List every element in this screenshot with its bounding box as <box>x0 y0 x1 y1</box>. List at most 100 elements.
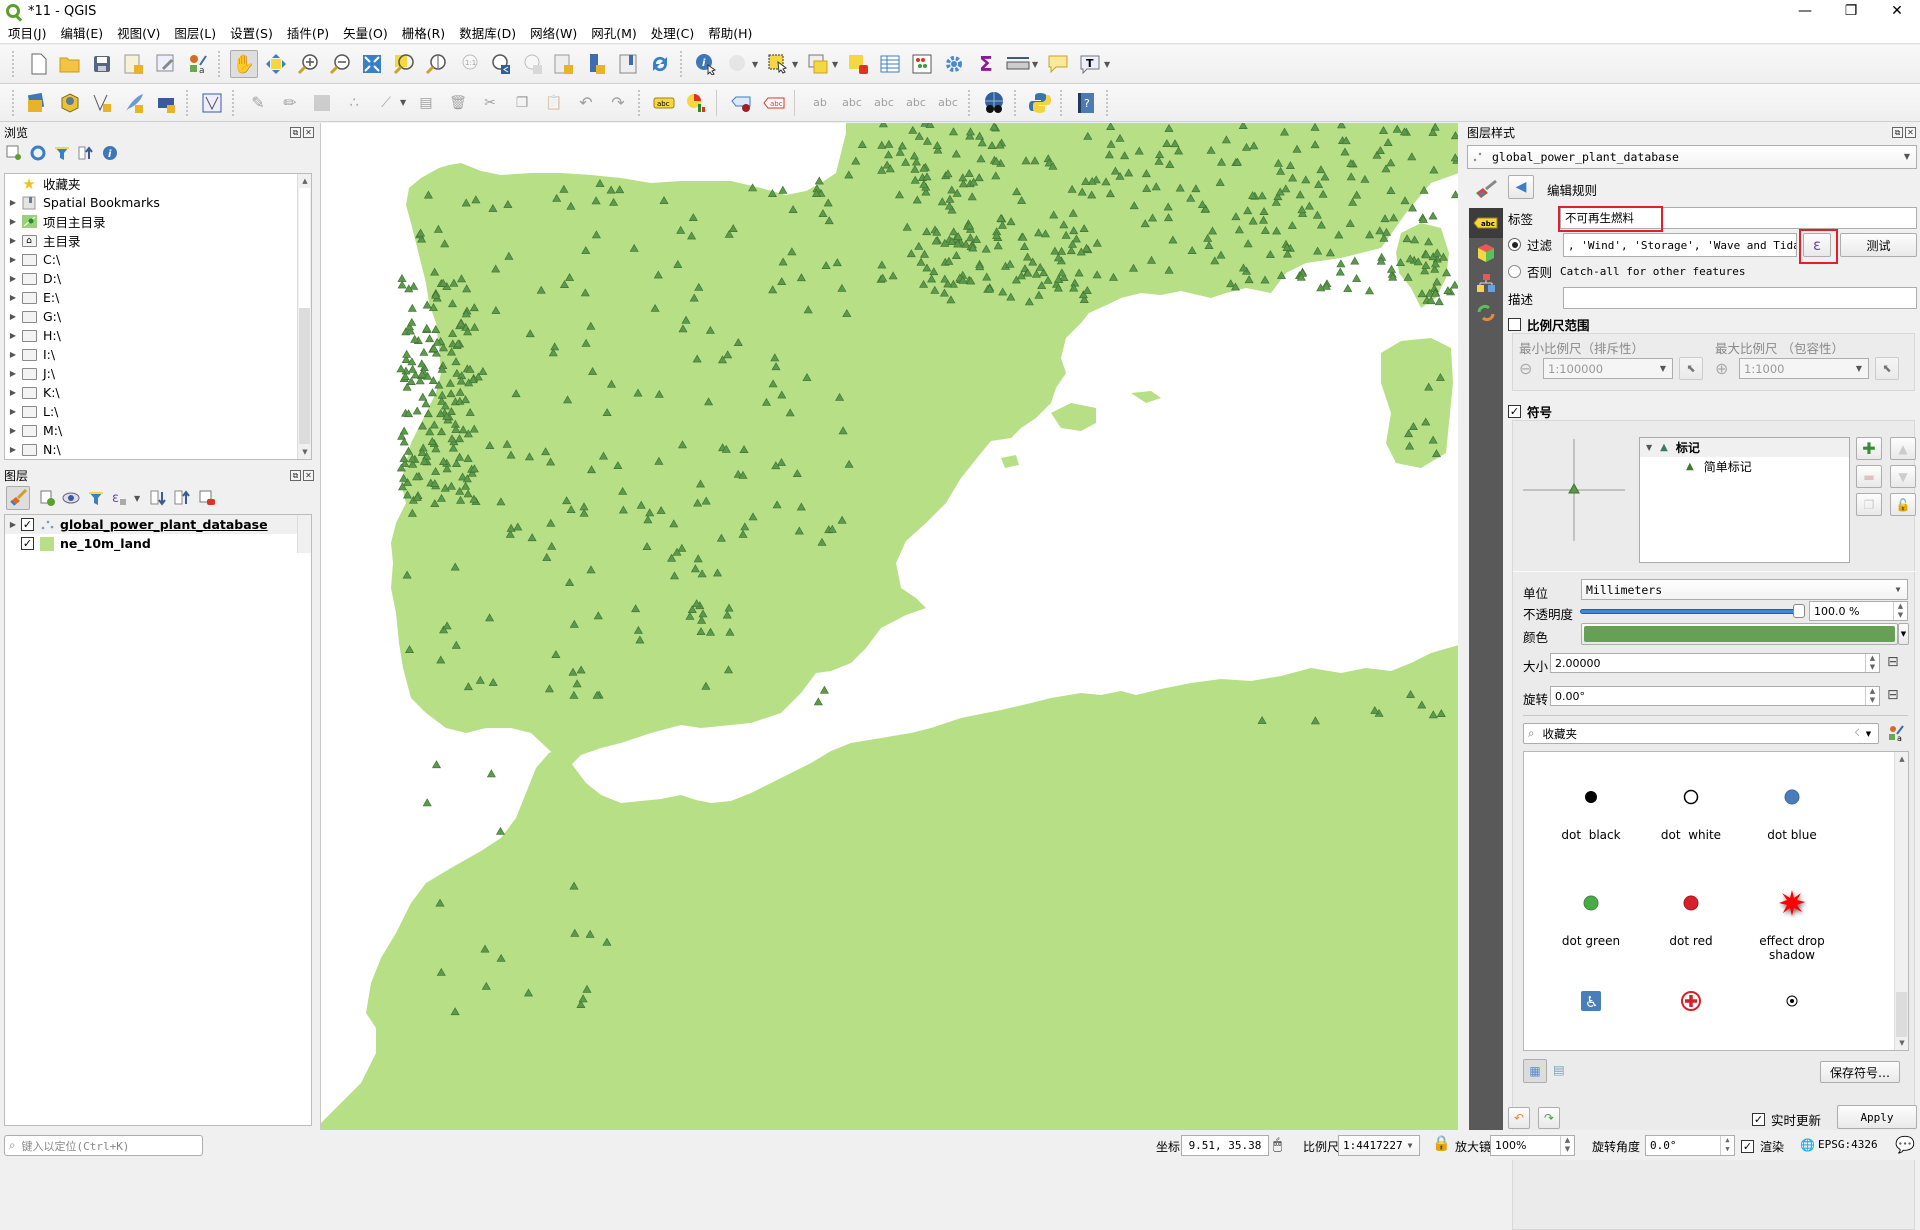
minimize-button[interactable]: — <box>1782 0 1828 22</box>
help-button[interactable]: ? <box>1072 89 1100 117</box>
symbol-tree-root[interactable]: ▼ ▲ 标记 <box>1640 438 1849 457</box>
toolbar-handle[interactable] <box>12 51 18 77</box>
filter-expression-dropdown[interactable]: ▼ <box>134 494 142 503</box>
run-action-button[interactable] <box>724 50 752 78</box>
browser-item[interactable]: ▶ D:\ <box>5 269 311 288</box>
library-filter-dropdown[interactable]: ▼ <box>1859 723 1879 744</box>
toolbar-handle[interactable] <box>680 51 686 77</box>
new-print-layout-button[interactable] <box>120 50 148 78</box>
refresh-button[interactable] <box>646 50 674 78</box>
toolbar-handle[interactable] <box>218 51 224 77</box>
menu-raster[interactable]: 栅格(R) <box>402 23 445 42</box>
toolbar-handle[interactable] <box>968 89 974 116</box>
zoom-out-button[interactable] <box>326 50 354 78</box>
render-checkbox[interactable]: ✓ <box>1741 1140 1754 1153</box>
metasearch-button[interactable] <box>980 89 1008 117</box>
new-virtual-layer-button[interactable] <box>152 89 180 117</box>
move-label-button[interactable]: abc <box>870 89 898 117</box>
rule-label-input[interactable]: 不可再生燃料 <box>1560 207 1917 229</box>
symbol-library-search[interactable]: ⌕ 收藏夹 ⌫ <box>1523 723 1878 744</box>
collapse-all-icon[interactable] <box>174 489 192 507</box>
locator-search-input[interactable]: ⌕ 键入以定位(Ctrl+K) <box>4 1135 203 1156</box>
scale-range-toggle[interactable]: 比例尺范围 <box>1508 315 1590 334</box>
browser-item[interactable]: ▶ K:\ <box>5 383 311 402</box>
measure-dropdown[interactable]: ▼ <box>1032 60 1040 69</box>
identify-features-button[interactable]: i <box>692 50 720 78</box>
set-max-scale-button[interactable]: ⬉ <box>1875 357 1899 380</box>
current-edits-button[interactable]: ✎ <box>244 89 272 117</box>
close-button[interactable]: ✕ <box>1874 0 1920 22</box>
menu-settings[interactable]: 设置(S) <box>230 23 273 42</box>
show-bookmarks-button[interactable] <box>614 50 642 78</box>
expand-arrow-icon[interactable]: ▶ <box>5 369 21 378</box>
vertex-tool-button[interactable]: ⟋ <box>372 89 400 117</box>
select-by-value-button[interactable] <box>804 50 832 78</box>
toolbar-handle[interactable] <box>1060 89 1066 116</box>
else-radio-button[interactable] <box>1508 265 1521 278</box>
pan-map-button[interactable]: ✋ <box>230 50 258 78</box>
show-unplaced-labels-button[interactable]: abc <box>760 89 788 117</box>
move-down-button[interactable]: ▼ <box>1890 465 1916 488</box>
expand-arrow-icon[interactable]: ▶ <box>5 274 21 283</box>
add-selected-layers-icon[interactable] <box>6 145 22 161</box>
layer-visibility-checkbox[interactable]: ✓ <box>21 537 34 550</box>
data-defined-override-icon[interactable]: ⊟ <box>1887 654 1899 670</box>
symbol-library-item[interactable] <box>1641 976 1741 1032</box>
toolbar-handle[interactable] <box>1014 89 1020 116</box>
labeling-button[interactable]: abc <box>650 89 678 117</box>
toggle-editing-button[interactable]: ✏ <box>276 89 304 117</box>
scroll-down-arrow[interactable]: ▼ <box>298 445 311 459</box>
symbology-tab[interactable] <box>1469 175 1503 205</box>
symbol-library-item[interactable]: dot blue <box>1742 772 1842 842</box>
new-project-button[interactable] <box>24 50 52 78</box>
new-spatialite-layer-button[interactable] <box>120 89 148 117</box>
symbol-checkbox[interactable]: ✓ <box>1508 405 1521 418</box>
expand-arrow-icon[interactable]: ▶ <box>5 407 21 416</box>
layer-item-land[interactable]: ✓ ne_10m_land <box>5 534 311 553</box>
vertex-dropdown[interactable]: ▼ <box>400 98 408 107</box>
opacity-slider[interactable] <box>1580 603 1805 619</box>
undo-button[interactable]: ↶ <box>572 89 600 117</box>
opacity-input[interactable]: 100.0 % ▲ ▼ <box>1809 601 1908 621</box>
expand-arrow-icon[interactable]: ▶ <box>5 198 21 207</box>
color-button[interactable] <box>1581 623 1898 645</box>
symbol-library-item[interactable]: dot red <box>1641 878 1741 948</box>
menu-mesh[interactable]: 网孔(M) <box>591 23 637 42</box>
zoom-last-button[interactable] <box>486 50 514 78</box>
symbol-library-item[interactable]: dot black <box>1541 772 1641 842</box>
text-annotation-button[interactable]: T <box>1076 50 1104 78</box>
expand-arrow-icon[interactable]: ▶ <box>5 217 21 226</box>
browser-item[interactable]: ▶ I:\ <box>5 345 311 364</box>
paste-features-button[interactable]: 📋 <box>540 89 568 117</box>
menu-view[interactable]: 视图(V) <box>117 23 160 42</box>
icon-view-button[interactable]: ▦ <box>1523 1059 1547 1083</box>
highlight-pinned-button[interactable]: ab <box>806 89 834 117</box>
spinner-arrows-icon[interactable]: ▲ ▼ <box>1865 687 1879 705</box>
lock-scale-icon[interactable]: 🔒 <box>1432 1134 1451 1152</box>
menu-help[interactable]: 帮助(H) <box>708 23 752 42</box>
unit-combo[interactable]: Millimeters ▼ <box>1581 579 1908 600</box>
browser-item[interactable]: ▶ N:\ <box>5 440 311 459</box>
select-dropdown[interactable]: ▼ <box>792 60 800 69</box>
mouse-coord-toggle-icon[interactable]: 🖱 <box>1273 1135 1282 1153</box>
layer-select-combo[interactable]: global_power_plant_database ▼ <box>1467 145 1917 169</box>
processing-toolbox-button[interactable] <box>940 50 968 78</box>
expand-arrow-icon[interactable]: ▶ <box>5 236 21 245</box>
scroll-thumb[interactable] <box>299 308 310 444</box>
expand-arrow-icon[interactable]: ▶ <box>5 426 21 435</box>
zoom-in-button[interactable] <box>294 50 322 78</box>
browser-item[interactable]: ▶ C:\ <box>5 250 311 269</box>
scroll-down-arrow[interactable]: ▼ <box>1895 1036 1908 1050</box>
crs-button[interactable]: EPSG:4326 <box>1818 1138 1878 1151</box>
apply-button[interactable]: Apply <box>1837 1105 1917 1129</box>
expand-arrow-icon[interactable]: ▶ <box>5 388 21 397</box>
diagrams-tab[interactable] <box>1469 268 1503 298</box>
run-action-dropdown[interactable]: ▼ <box>752 60 760 69</box>
open-project-button[interactable] <box>56 50 84 78</box>
expand-all-icon[interactable] <box>150 489 168 507</box>
lock-layer-button[interactable]: 🔓 <box>1890 493 1916 516</box>
save-symbol-button[interactable]: 保存符号… <box>1820 1061 1900 1083</box>
3d-view-tab[interactable] <box>1469 238 1503 268</box>
symbol-library-item[interactable]: dot green <box>1541 878 1641 948</box>
toolbar-handle[interactable] <box>638 89 644 116</box>
